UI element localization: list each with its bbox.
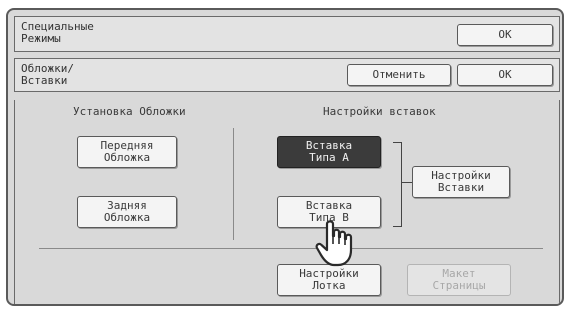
hand-pointer-icon	[315, 220, 353, 267]
covers-inserts-panel: Установка Обложки Настройки вставок Пере…	[14, 100, 560, 304]
subheader-title: Обложки/ Вставки	[21, 62, 74, 87]
cancel-button[interactable]: Отменить	[347, 64, 451, 86]
covers-heading: Установка Обложки	[73, 105, 186, 118]
back-cover-button[interactable]: Задняя Обложка	[77, 196, 177, 228]
front-cover-button[interactable]: Передняя Обложка	[77, 136, 177, 168]
section-divider	[39, 248, 543, 249]
header-bar: Специальные Режимы OK	[14, 16, 560, 52]
insert-settings-button[interactable]: Настройки Вставки	[412, 166, 510, 198]
subheader-ok-button[interactable]: OK	[457, 64, 553, 86]
subheader-bar: Обложки/ Вставки Отменить OK	[14, 58, 560, 92]
insert-type-a-button[interactable]: Вставка Типа A	[277, 136, 381, 168]
header-ok-button[interactable]: OK	[457, 24, 553, 46]
column-divider	[233, 128, 234, 240]
bracket-connector	[402, 182, 412, 183]
inserts-heading: Настройки вставок	[323, 105, 436, 118]
page-layout-button: Макет Страницы	[407, 264, 511, 296]
insert-group-bracket	[393, 142, 402, 227]
dialog-frame: Специальные Режимы OK Обложки/ Вставки О…	[6, 8, 564, 306]
header-title: Специальные Режимы	[21, 20, 94, 45]
